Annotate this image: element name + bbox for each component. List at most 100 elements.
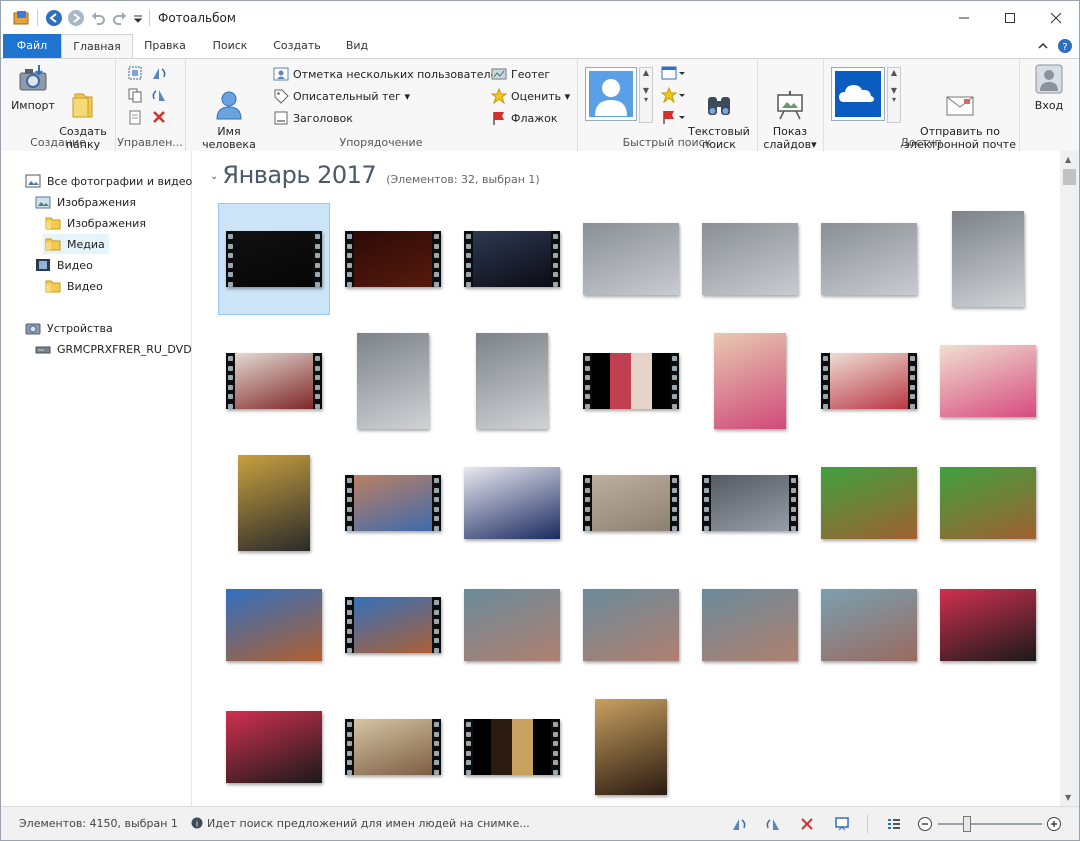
zoom-slider-thumb[interactable] (963, 816, 971, 832)
rating-filter-icon[interactable] (660, 86, 685, 106)
undo-icon[interactable] (89, 9, 107, 27)
photo-thumbnail[interactable] (575, 691, 687, 803)
slideshow-icon[interactable] (833, 815, 851, 833)
onedrive-gallery[interactable] (831, 67, 885, 121)
back-icon[interactable] (44, 9, 64, 27)
import-button[interactable]: Импорт (9, 63, 57, 112)
rotate-right-icon[interactable] (151, 87, 167, 106)
film-strip (345, 719, 354, 775)
nav-all-photos[interactable]: Все фотографии и видео (25, 171, 192, 191)
flag-button[interactable]: Флажок (491, 109, 558, 127)
photo-thumbnail[interactable] (932, 569, 1044, 681)
help-icon[interactable]: ? (1057, 38, 1073, 57)
video-thumbnail[interactable] (456, 691, 568, 803)
delete-icon[interactable] (798, 815, 816, 833)
nav-video-folder[interactable]: Видео (45, 276, 103, 296)
zoom-out-icon[interactable] (916, 815, 934, 833)
people-filter-gallery[interactable] (585, 67, 637, 121)
select-all-icon[interactable] (127, 65, 143, 84)
nav-video[interactable]: Видео (35, 255, 93, 275)
forward-icon[interactable] (66, 9, 86, 27)
nav-media-folder[interactable]: Медиа (43, 234, 109, 254)
video-thumbnail[interactable] (337, 569, 449, 681)
photo-thumbnail[interactable] (456, 447, 568, 559)
photo-thumbnail[interactable] (218, 569, 330, 681)
video-thumbnail[interactable] (694, 447, 806, 559)
paste-icon[interactable] (127, 109, 143, 128)
video-thumbnail[interactable] (218, 203, 330, 315)
photo-thumbnail[interactable] (694, 569, 806, 681)
tab-file[interactable]: Файл (3, 34, 61, 58)
folder-icon (45, 216, 61, 230)
maximize-button[interactable] (987, 1, 1033, 34)
scroll-thumb[interactable] (1063, 169, 1076, 185)
tag-people-button[interactable]: Отметка нескольких пользователей (273, 65, 504, 83)
video-thumbnail[interactable] (575, 325, 687, 437)
photo-thumbnail[interactable] (456, 569, 568, 681)
nav-images[interactable]: Изображения (35, 192, 136, 212)
share-gallery-scroll[interactable]: ▲ ▼ ▾ (887, 67, 901, 123)
thumbnail-image (702, 475, 798, 531)
gallery-scroll[interactable]: ▲ ▼ ▾ (639, 67, 653, 123)
delete-icon[interactable] (151, 109, 167, 128)
geotag-button[interactable]: Геотег (491, 65, 550, 83)
photo-thumbnail[interactable] (813, 203, 925, 315)
video-thumbnail[interactable] (456, 203, 568, 315)
photo-thumbnail[interactable] (932, 325, 1044, 437)
video-thumbnail[interactable] (337, 447, 449, 559)
rate-button[interactable]: Оценить ▾ (490, 87, 570, 105)
minimize-button[interactable] (941, 1, 987, 34)
svg-text:?: ? (1062, 42, 1067, 53)
photo-thumbnail[interactable] (218, 447, 330, 559)
group-header[interactable]: ⌄ Январь 2017 (Элементов: 32, выбран 1) (210, 161, 540, 189)
caption-button[interactable]: Заголовок (273, 109, 353, 127)
video-thumbnail[interactable] (218, 325, 330, 437)
nav-images-folder[interactable]: Изображения (45, 213, 146, 233)
vertical-scrollbar[interactable]: ▲ ▼ (1060, 151, 1079, 806)
scroll-up-icon[interactable]: ▲ (1065, 155, 1071, 164)
rotate-left-icon[interactable] (730, 815, 748, 833)
descriptive-tag-button[interactable]: Описательный тег ▾ (273, 87, 410, 105)
rotate-left-icon[interactable] (151, 65, 167, 84)
details-view-icon[interactable] (885, 815, 903, 833)
video-thumbnail[interactable] (813, 325, 925, 437)
photo-thumbnail[interactable] (932, 447, 1044, 559)
date-filter-icon[interactable] (661, 65, 685, 84)
redo-icon[interactable] (111, 9, 129, 27)
photo-thumbnail[interactable] (575, 569, 687, 681)
photo-thumbnail[interactable] (813, 569, 925, 681)
tab-create[interactable]: Создать (263, 34, 331, 58)
scroll-down-icon[interactable]: ▼ (1065, 793, 1071, 802)
zoom-slider[interactable] (938, 823, 1042, 825)
photo-thumbnail[interactable] (218, 691, 330, 803)
tab-view[interactable]: Вид (335, 34, 379, 58)
chevron-down-icon[interactable]: ⌄ (210, 171, 218, 182)
nav-devices[interactable]: Устройства (25, 318, 113, 338)
photo-thumbnail[interactable] (575, 203, 687, 315)
photo-gallery-window: Фотоальбом Файл Главная Правка Поиск Соз… (0, 0, 1080, 841)
tab-home[interactable]: Главная (61, 34, 133, 59)
photo-thumbnail[interactable] (813, 447, 925, 559)
close-button[interactable] (1033, 1, 1079, 34)
video-thumbnail[interactable] (575, 447, 687, 559)
photo-thumbnail[interactable] (456, 325, 568, 437)
photo-thumbnail[interactable] (694, 203, 806, 315)
nav-dvd-drive[interactable]: GRMCPRXFRER_RU_DVD (35, 339, 192, 359)
video-thumbnail[interactable] (337, 691, 449, 803)
video-thumbnail[interactable] (337, 203, 449, 315)
app-icon[interactable] (11, 9, 31, 27)
copy-icon[interactable] (127, 87, 143, 106)
slideshow-button[interactable]: Показ слайдов▾ (761, 63, 819, 164)
photo-thumbnail[interactable] (932, 203, 1044, 315)
customize-icon[interactable] (132, 9, 144, 27)
tab-find[interactable]: Поиск (201, 34, 259, 58)
rotate-right-icon[interactable] (764, 815, 782, 833)
signin-button[interactable]: Вход (1025, 63, 1073, 112)
photo-thumbnail[interactable] (337, 325, 449, 437)
tab-edit[interactable]: Правка (135, 34, 195, 58)
photo-thumbnail[interactable] (694, 325, 806, 437)
flag-filter-icon[interactable] (661, 109, 685, 128)
zoom-in-icon[interactable] (1045, 815, 1063, 833)
collapse-ribbon-icon[interactable] (1037, 40, 1049, 55)
film-strip (464, 231, 473, 287)
